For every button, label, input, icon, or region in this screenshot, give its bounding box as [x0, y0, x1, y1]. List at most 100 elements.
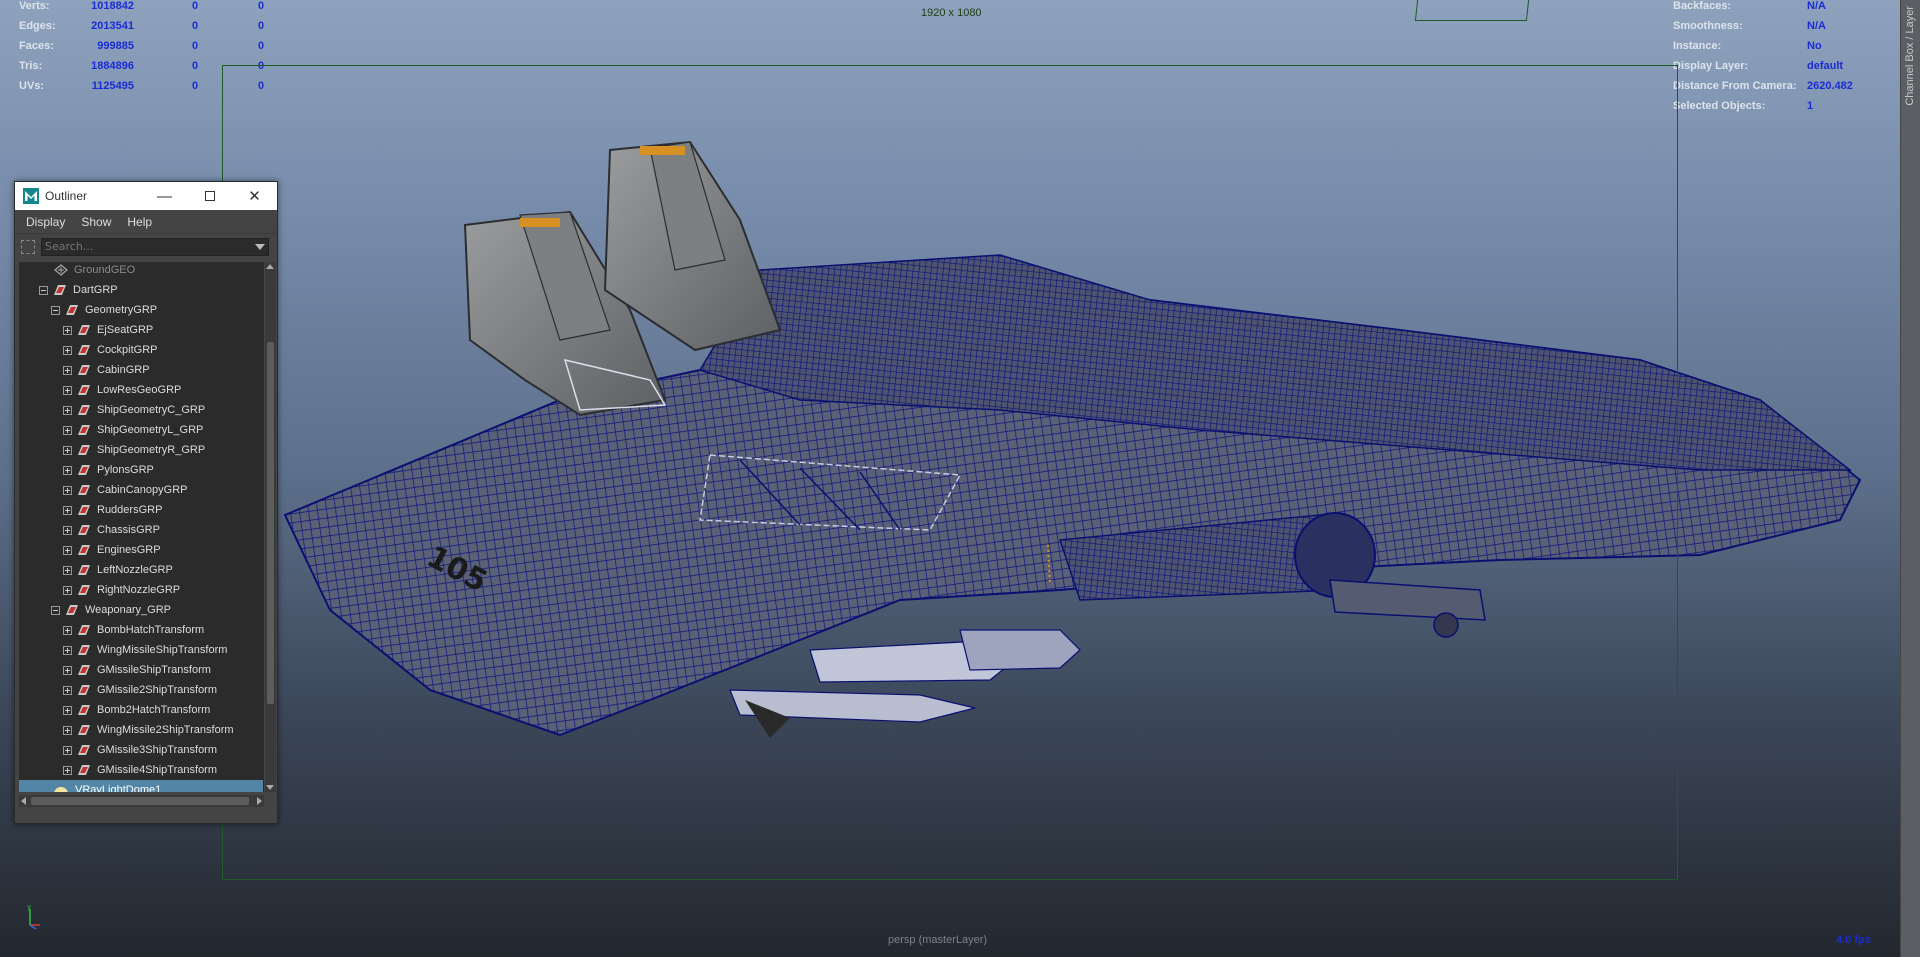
hud-stat-total: 1125495: [91, 80, 134, 92]
vertical-scrollbar[interactable]: [265, 262, 276, 792]
outliner-item-label: Bomb2HatchTransform: [97, 704, 211, 716]
search-input[interactable]: [42, 238, 252, 255]
menu-help[interactable]: Help: [127, 215, 152, 229]
menu-show[interactable]: Show: [81, 215, 111, 229]
hud-detail-value: 1: [1807, 100, 1814, 112]
hscroll-thumb[interactable]: [31, 797, 249, 805]
filter-icon[interactable]: [21, 239, 35, 254]
scroll-up-icon[interactable]: [266, 264, 274, 269]
expand-icon[interactable]: [63, 685, 72, 695]
outliner-item[interactable]: WingMissileShipTransform: [19, 640, 264, 660]
expand-icon[interactable]: [63, 545, 72, 555]
outliner-item[interactable]: CabinCanopyGRP: [19, 480, 264, 500]
outliner-item[interactable]: GMissile4ShipTransform: [19, 760, 264, 780]
hud-stat-triangles: 0: [258, 40, 265, 52]
outliner-item[interactable]: WingMissile2ShipTransform: [19, 720, 264, 740]
outliner-item[interactable]: ShipGeometryC_GRP: [19, 400, 264, 420]
expand-icon[interactable]: [63, 705, 72, 715]
expand-icon[interactable]: [63, 345, 72, 355]
outliner-item[interactable]: CabinGRP: [19, 360, 264, 380]
scroll-right-icon[interactable]: [257, 797, 262, 805]
expand-icon[interactable]: [63, 665, 72, 675]
expand-icon[interactable]: [63, 325, 72, 335]
expand-icon[interactable]: [63, 645, 72, 655]
channel-box-label: Channel Box / Layer: [1904, 6, 1916, 106]
expand-icon[interactable]: [63, 505, 72, 515]
ground-icon: [54, 264, 68, 276]
hud-stat-label: Verts:: [19, 0, 50, 12]
outliner-titlebar[interactable]: Outliner — ✕: [15, 182, 277, 210]
maya-logo-icon: [23, 188, 39, 204]
expand-icon[interactable]: [63, 485, 72, 495]
outliner-item[interactable]: EjSeatGRP: [19, 320, 264, 340]
outliner-item[interactable]: GeometryGRP: [19, 300, 264, 320]
outliner-window[interactable]: Outliner — ✕ Display Show Help GroundGEO…: [14, 181, 278, 824]
outliner-item[interactable]: LeftNozzleGRP: [19, 560, 264, 580]
expand-icon[interactable]: [63, 745, 72, 755]
expand-icon[interactable]: [63, 765, 72, 775]
scroll-left-icon[interactable]: [21, 797, 26, 805]
outliner-item[interactable]: RightNozzleGRP: [19, 580, 264, 600]
outliner-item[interactable]: VRayLightDome1: [19, 780, 263, 792]
expand-icon[interactable]: [63, 445, 72, 455]
expand-icon[interactable]: [63, 425, 72, 435]
group-icon: [77, 724, 91, 736]
outliner-item[interactable]: ShipGeometryR_GRP: [19, 440, 264, 460]
hud-detail-label: Instance:: [1673, 40, 1722, 52]
viewport-persp[interactable]: 105 Verts: 1018842 0 0 Edges: 2013541 0 0 Faces:…: [0, 0, 1920, 957]
outliner-item[interactable]: CockpitGRP: [19, 340, 264, 360]
close-icon[interactable]: ✕: [232, 182, 277, 210]
expand-icon[interactable]: [63, 405, 72, 415]
group-icon: [77, 524, 91, 536]
search-box: [41, 237, 269, 256]
collapse-icon[interactable]: [51, 605, 60, 615]
horizontal-scrollbar[interactable]: [19, 795, 264, 807]
outliner-item-label: PylonsGRP: [97, 464, 154, 476]
expand-icon[interactable]: [63, 725, 72, 735]
expand-icon[interactable]: [63, 585, 72, 595]
outliner-item-label: ShipGeometryC_GRP: [97, 404, 206, 416]
channel-box-tab[interactable]: Channel Box / Layer: [1900, 0, 1920, 957]
hud-stat-label: UVs:: [19, 80, 45, 92]
expand-icon[interactable]: [63, 365, 72, 375]
outliner-tree[interactable]: GroundGEO DartGRP GeometryGRP EjSeatGRP Cock…: [19, 262, 264, 792]
outliner-item[interactable]: EnginesGRP: [19, 540, 264, 560]
hud-stat-selected: 0: [192, 80, 199, 92]
outliner-item[interactable]: DartGRP: [19, 280, 264, 300]
group-icon: [77, 344, 91, 356]
hud-stat-total: 1884896: [91, 60, 134, 72]
search-dropdown-icon[interactable]: [255, 243, 265, 250]
group-icon: [77, 544, 91, 556]
outliner-item[interactable]: LowResGeoGRP: [19, 380, 264, 400]
scroll-thumb[interactable]: [267, 342, 274, 704]
maximize-icon[interactable]: [187, 182, 232, 210]
outliner-search-bar: [15, 234, 277, 259]
outliner-item[interactable]: BombHatchTransform: [19, 620, 264, 640]
ship-model-wireframe[interactable]: 105: [0, 0, 1920, 957]
outliner-item[interactable]: Weaponary_GRP: [19, 600, 264, 620]
minimize-icon[interactable]: —: [142, 182, 187, 210]
outliner-item[interactable]: GroundGEO: [19, 262, 264, 280]
group-icon: [77, 664, 91, 676]
outliner-item[interactable]: Bomb2HatchTransform: [19, 700, 264, 720]
outliner-item[interactable]: GMissileShipTransform: [19, 660, 264, 680]
collapse-icon[interactable]: [39, 285, 48, 295]
group-icon: [77, 564, 91, 576]
outliner-item[interactable]: ShipGeometryL_GRP: [19, 420, 264, 440]
outliner-item[interactable]: GMissile3ShipTransform: [19, 740, 264, 760]
menu-display[interactable]: Display: [26, 215, 65, 229]
group-icon: [77, 644, 91, 656]
expand-icon[interactable]: [63, 565, 72, 575]
expand-icon[interactable]: [63, 385, 72, 395]
outliner-item[interactable]: GMissile2ShipTransform: [19, 680, 264, 700]
outliner-item[interactable]: RuddersGRP: [19, 500, 264, 520]
expand-icon[interactable]: [63, 625, 72, 635]
resolution-gate-label: 1920 x 1080: [921, 7, 982, 19]
expand-icon[interactable]: [63, 525, 72, 535]
outliner-item[interactable]: PylonsGRP: [19, 460, 264, 480]
outliner-item[interactable]: ChassisGRP: [19, 520, 264, 540]
collapse-icon[interactable]: [51, 305, 60, 315]
scroll-down-icon[interactable]: [266, 785, 274, 790]
hud-stat-selected: 0: [192, 60, 199, 72]
expand-icon[interactable]: [63, 465, 72, 475]
